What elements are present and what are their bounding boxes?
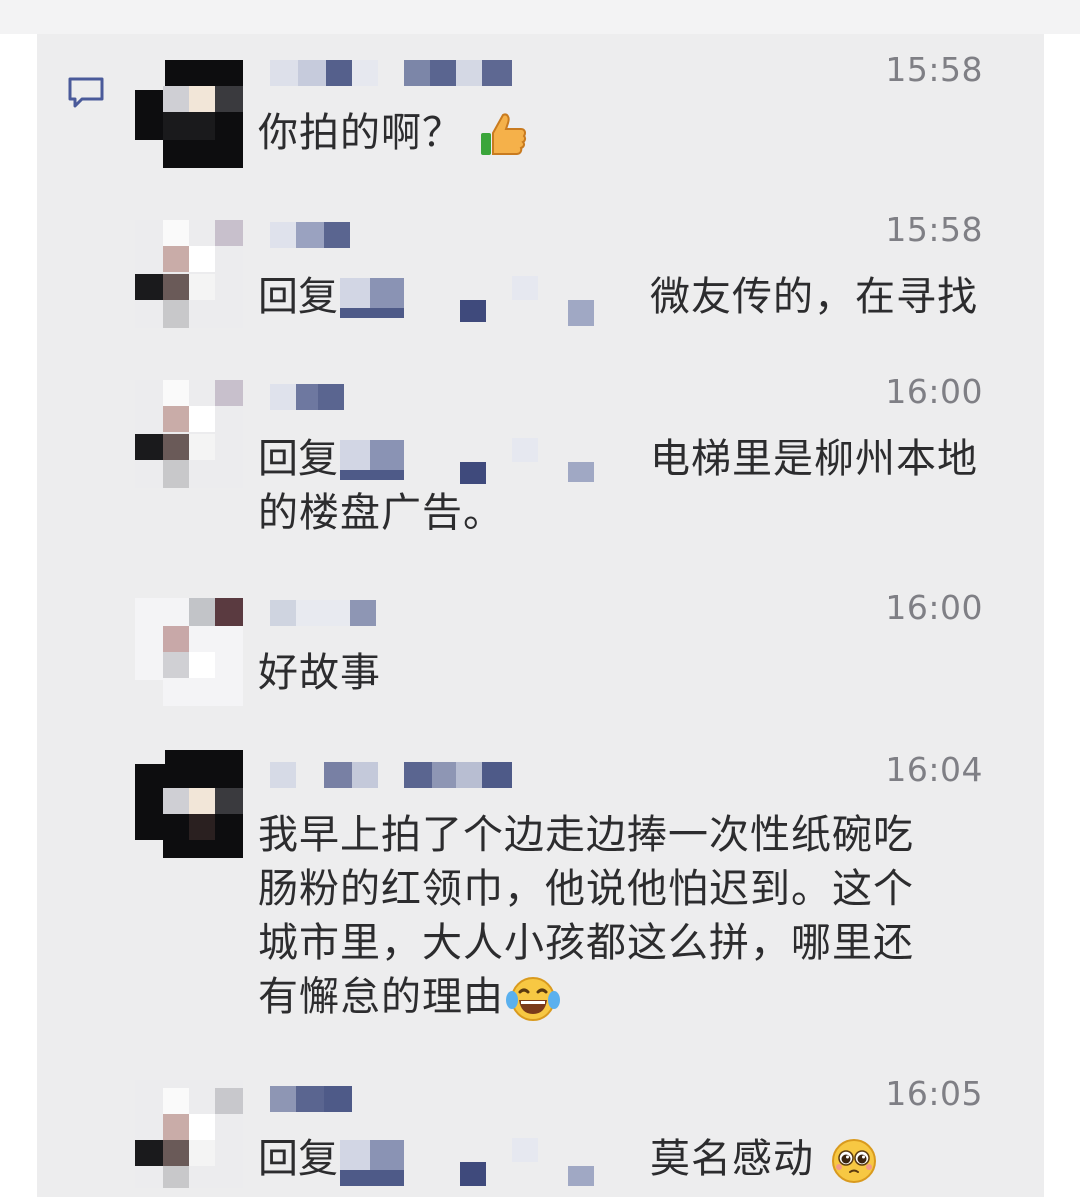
reply-prefix: 回复	[258, 436, 338, 482]
username-masked[interactable]	[270, 60, 530, 86]
reply-prefix: 回复	[258, 274, 338, 320]
top-strip	[0, 0, 1080, 34]
comment-time: 16:00	[885, 372, 983, 411]
avatar[interactable]	[135, 220, 243, 328]
username-masked[interactable]	[270, 762, 530, 788]
comment-line: 肠粉的红领巾，他说他怕迟到。这个	[258, 866, 914, 912]
comment-text: 你拍的啊？	[258, 106, 1008, 161]
thumbs-up-icon	[480, 113, 526, 155]
username-masked[interactable]	[270, 222, 530, 248]
comment-text: 微友传的，在寻找	[650, 274, 978, 320]
comment-time: 16:00	[885, 588, 983, 627]
comment-text: 好故事	[258, 650, 381, 696]
comment-text-cont: 的楼盘广告。	[258, 490, 504, 536]
comment-icon[interactable]	[66, 75, 106, 111]
avatar[interactable]	[135, 598, 243, 706]
laugh-cry-icon	[506, 977, 560, 1021]
reply-target-masked[interactable]	[340, 270, 640, 326]
reply-prefix: 回复	[258, 1136, 338, 1182]
username-masked[interactable]	[270, 384, 530, 410]
avatar[interactable]	[135, 750, 243, 858]
reply-target-masked[interactable]	[340, 1132, 640, 1186]
comment-text: 我早上拍了个边走边捧一次性纸碗吃 肠粉的红领巾，他说他怕迟到。这个 城市里，大人…	[258, 808, 1008, 1024]
avatar[interactable]	[135, 1080, 243, 1188]
comment-text: 电梯里是柳州本地	[650, 436, 978, 482]
comment-time: 15:58	[885, 210, 983, 249]
username-masked[interactable]	[270, 1086, 530, 1112]
comment-time: 15:58	[885, 50, 983, 89]
comment-line: 城市里，大人小孩都这么拼，哪里还	[258, 920, 914, 966]
username-masked[interactable]	[270, 600, 530, 626]
avatar[interactable]	[135, 60, 243, 168]
pleading-face-icon	[831, 1139, 876, 1183]
comment-time: 16:05	[885, 1074, 983, 1113]
comment-time: 16:04	[885, 750, 983, 789]
reply-target-masked[interactable]	[340, 432, 640, 486]
comment-line: 我早上拍了个边走边捧一次性纸碗吃	[258, 812, 914, 858]
avatar[interactable]	[135, 380, 243, 488]
comment-line: 有懈怠的理由	[258, 970, 1008, 1024]
comment-text: 莫名感动	[650, 1132, 880, 1186]
